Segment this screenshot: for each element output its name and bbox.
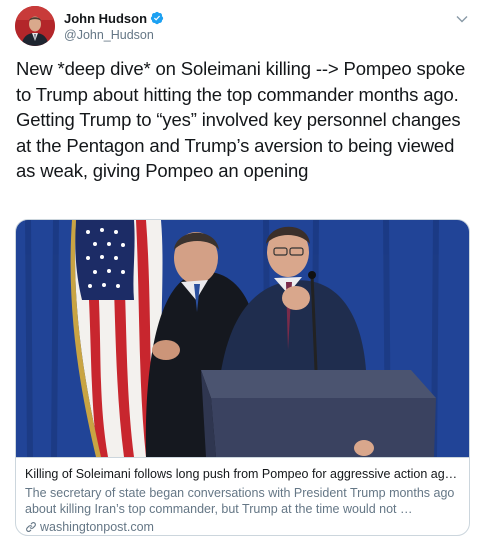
chevron-down-icon[interactable] — [453, 12, 471, 26]
card-title[interactable]: Killing of Soleimani follows long push f… — [25, 466, 461, 483]
author-handle[interactable]: @John_Hudson — [64, 28, 164, 42]
author-block: John Hudson @John_Hudson — [64, 9, 164, 42]
card-domain[interactable]: washingtonpost.com — [40, 519, 154, 535]
verified-badge-icon — [150, 11, 164, 25]
name-row: John Hudson — [64, 9, 164, 27]
author-name[interactable]: John Hudson — [64, 11, 147, 26]
tweet-text: New *deep dive* on Soleimani killing -->… — [16, 58, 466, 181]
card-image[interactable] — [16, 220, 469, 458]
card-domain-row[interactable]: washingtonpost.com — [25, 519, 461, 535]
link-preview-card[interactable]: Killing of Soleimani follows long push f… — [15, 219, 470, 536]
link-icon — [25, 521, 37, 533]
card-description: The secretary of state began conversatio… — [25, 486, 455, 516]
tweet: John Hudson @John_Hudson New *deep dive*… — [0, 0, 486, 551]
card-body[interactable]: Killing of Soleimani follows long push f… — [16, 457, 469, 535]
avatar[interactable] — [15, 6, 55, 46]
